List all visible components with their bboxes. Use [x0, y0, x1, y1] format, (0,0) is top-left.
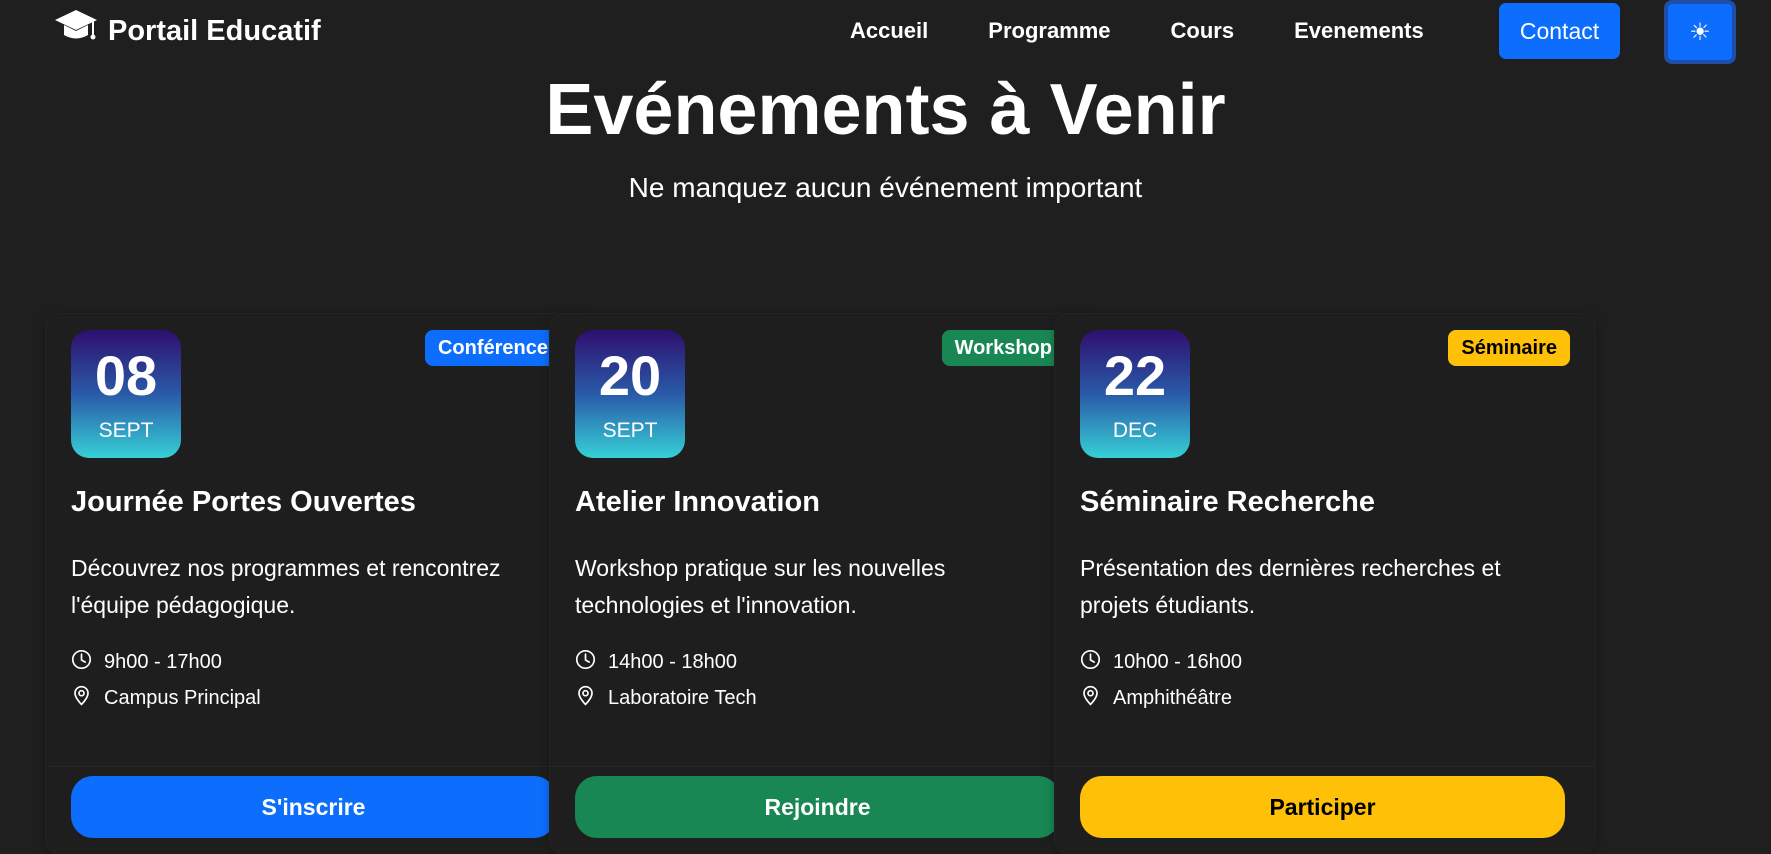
event-card: 20 SEPT Workshop Atelier Innovation Work… — [550, 314, 1090, 854]
event-cta-button[interactable]: Participer — [1080, 776, 1565, 838]
event-cta-button[interactable]: S'inscrire — [71, 776, 556, 838]
event-month: SEPT — [98, 419, 154, 442]
card-divider — [46, 766, 586, 767]
map-pin-icon — [575, 685, 596, 712]
event-location: Amphithéâtre — [1080, 684, 1232, 712]
sun-icon: ☀ — [1689, 18, 1711, 46]
event-type-badge: Séminaire — [1448, 330, 1570, 366]
nav-link-programme[interactable]: Programme — [958, 18, 1140, 44]
event-description: Workshop pratique sur les nouvelles tech… — [575, 555, 946, 618]
event-date-box: 08 SEPT — [71, 330, 181, 458]
nav-link-accueil[interactable]: Accueil — [820, 18, 958, 44]
clock-icon — [1080, 649, 1101, 676]
nav-links: Accueil Programme Cours Evenements — [820, 0, 1454, 62]
event-time-text: 10h00 - 16h00 — [1113, 650, 1243, 673]
event-time: 14h00 - 18h00 — [575, 648, 737, 676]
page-title: Evénements à Venir — [545, 70, 1226, 150]
event-location-text: Campus Principal — [104, 686, 261, 709]
event-card-body: 20 SEPT Workshop Atelier Innovation Work… — [550, 314, 1090, 764]
event-description: Découvrez nos programmes et rencontrez l… — [71, 555, 501, 618]
event-description: Présentation des dernières recherches et… — [1080, 555, 1501, 618]
event-time-text: 9h00 - 17h00 — [104, 650, 222, 673]
clock-icon — [71, 649, 92, 676]
event-day: 22 — [1103, 344, 1167, 407]
event-card-body: 22 DEC Séminaire Séminaire Recherche Pré… — [1055, 314, 1595, 764]
event-location: Campus Principal — [71, 684, 261, 712]
theme-toggle-button[interactable]: ☀ — [1664, 0, 1736, 64]
event-location: Laboratoire Tech — [575, 684, 757, 712]
event-cta-button[interactable]: Rejoindre — [575, 776, 1060, 838]
event-time: 9h00 - 17h00 — [71, 648, 222, 676]
event-location-text: Amphithéâtre — [1113, 686, 1232, 709]
event-day: 08 — [94, 344, 158, 407]
event-title: Atelier Innovation — [575, 486, 820, 518]
event-month: SEPT — [602, 419, 658, 442]
event-type-badge: Workshop — [941, 330, 1065, 366]
event-card-body: 08 SEPT Conférence Journée Portes Ouvert… — [46, 314, 586, 764]
event-day: 20 — [598, 344, 662, 407]
nav-link-cours[interactable]: Cours — [1141, 18, 1265, 44]
brand-link[interactable]: Portail Educatif — [54, 10, 321, 50]
brand-name: Portail Educatif — [108, 14, 321, 47]
map-pin-icon — [1080, 685, 1101, 712]
graduation-cap-icon — [54, 8, 98, 54]
event-location-text: Laboratoire Tech — [608, 686, 757, 709]
navbar: Portail Educatif Accueil Programme Cours… — [0, 0, 1771, 64]
event-title: Séminaire Recherche — [1080, 486, 1375, 518]
event-date-box: 22 DEC — [1080, 330, 1190, 458]
event-type-badge: Conférence — [424, 330, 561, 366]
event-time-text: 14h00 - 18h00 — [608, 650, 738, 673]
card-divider — [550, 766, 1090, 767]
event-card: 08 SEPT Conférence Journée Portes Ouvert… — [46, 314, 586, 854]
card-divider — [1055, 766, 1595, 767]
event-card: 22 DEC Séminaire Séminaire Recherche Pré… — [1055, 314, 1595, 854]
event-month: DEC — [1112, 419, 1158, 442]
nav-link-evenements[interactable]: Evenements — [1264, 18, 1454, 44]
event-time: 10h00 - 16h00 — [1080, 648, 1242, 676]
clock-icon — [575, 649, 596, 676]
contact-button[interactable]: Contact — [1499, 3, 1620, 59]
event-date-box: 20 SEPT — [575, 330, 685, 458]
event-title: Journée Portes Ouvertes — [71, 486, 416, 518]
map-pin-icon — [71, 685, 92, 712]
page-subtitle: Ne manquez aucun événement important — [628, 172, 1143, 203]
